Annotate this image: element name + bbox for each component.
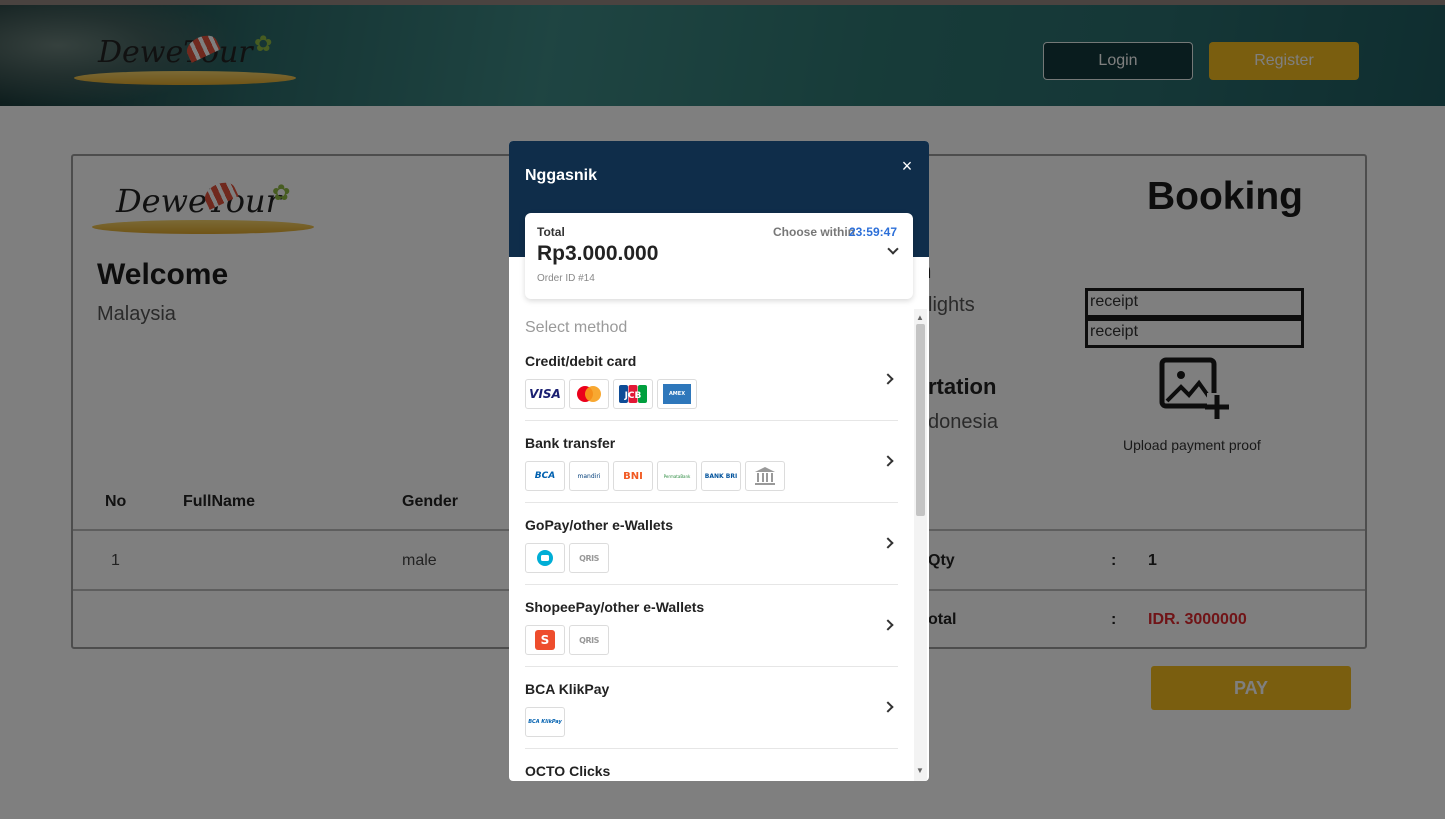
total-label: Total: [537, 225, 565, 239]
shopeepay-logo: S: [525, 625, 565, 655]
method-name: OCTO Clicks: [525, 763, 611, 779]
method-name: Credit/debit card: [525, 353, 637, 369]
method-name: Bank transfer: [525, 435, 616, 451]
payment-modal: Nggasnik × Total Choose within 23:59:47 …: [509, 141, 929, 781]
amex-logo: AMEX: [657, 379, 697, 409]
chevron-right-icon[interactable]: [882, 455, 894, 467]
method-name: ShopeePay/other e-Wallets: [525, 599, 705, 615]
payment-method-bca-klikpay[interactable]: BCA KlikPay BCA KlikPay: [525, 667, 898, 749]
payment-method-gopay[interactable]: GoPay/other e-Wallets QRIS: [525, 503, 898, 585]
payment-method-octo-clicks[interactable]: OCTO Clicks: [525, 749, 898, 781]
qris-logo: QRIS: [569, 543, 609, 573]
chevron-right-icon[interactable]: [882, 701, 894, 713]
total-amount: Rp3.000.000: [537, 242, 659, 265]
scroll-up-arrow-icon[interactable]: ▲: [916, 313, 924, 322]
countdown-timer: 23:59:47: [848, 225, 897, 239]
svg-text:JCB: JCB: [624, 391, 642, 401]
bni-logo: BNI: [613, 461, 653, 491]
bank-building-icon: [745, 461, 785, 491]
payment-method-shopeepay[interactable]: ShopeePay/other e-Wallets S QRIS: [525, 585, 898, 667]
bca-klikpay-logo: BCA KlikPay: [525, 707, 565, 737]
chevron-right-icon[interactable]: [882, 373, 894, 385]
permatabank-logo: PermataBank: [657, 461, 697, 491]
merchant-name: Nggasnik: [525, 167, 598, 184]
bca-logo: BCA: [525, 461, 565, 491]
order-summary-card[interactable]: Total Choose within 23:59:47 Rp3.000.000…: [525, 213, 913, 299]
gopay-logo: [525, 543, 565, 573]
modal-scrollbar-thumb[interactable]: [916, 324, 925, 516]
bri-logo: BANK BRI: [701, 461, 741, 491]
mandiri-logo: mandiri: [569, 461, 609, 491]
select-method-label: Select method: [525, 319, 628, 336]
payment-method-credit-card[interactable]: Credit/debit card VISA JCB AMEX: [525, 339, 898, 421]
method-name: GoPay/other e-Wallets: [525, 517, 674, 533]
scroll-down-arrow-icon[interactable]: ▼: [916, 766, 924, 775]
visa-logo: VISA: [525, 379, 565, 409]
choose-within-label: Choose within: [773, 225, 855, 239]
close-icon[interactable]: ×: [899, 156, 915, 177]
chevron-right-icon[interactable]: [882, 537, 894, 549]
method-name: BCA KlikPay: [525, 681, 610, 697]
payment-method-bank-transfer[interactable]: Bank transfer BCA mandiri BNI PermataBan…: [525, 421, 898, 503]
mastercard-logo: [569, 379, 609, 409]
jcb-logo: JCB: [613, 379, 653, 409]
qris-logo: QRIS: [569, 625, 609, 655]
chevron-right-icon[interactable]: [882, 619, 894, 631]
order-id: Order ID #14: [537, 273, 595, 284]
chevron-down-icon[interactable]: [887, 243, 899, 255]
